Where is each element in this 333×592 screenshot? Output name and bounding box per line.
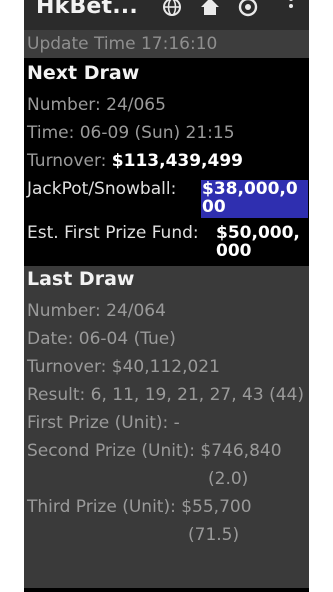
third-prize-units: (71.5) bbox=[188, 525, 240, 545]
last-draw-section: Last Draw Number: 24/064 Date: 06-04 (Tu… bbox=[24, 266, 309, 592]
next-draw-number: Number: 24/065 bbox=[27, 95, 166, 115]
est-fund-value: $50,000,000 bbox=[216, 223, 300, 261]
home-icon[interactable] bbox=[199, 0, 221, 18]
app-title: HkBet... bbox=[36, 0, 138, 19]
second-prize-units: (2.0) bbox=[208, 469, 249, 489]
update-time: Update Time 17:16:10 bbox=[24, 30, 309, 58]
jackpot-label: JackPot/Snowball: bbox=[27, 179, 177, 199]
last-draw-heading: Last Draw bbox=[27, 268, 135, 290]
app-window: HkBet... Update Time 17:16:10 Next Draw … bbox=[24, 0, 309, 592]
est-fund-label: Est. First Prize Fund: bbox=[27, 223, 199, 243]
next-turnover-label: Turnover: bbox=[27, 151, 112, 171]
third-prize: Third Prize (Unit): $55,700 bbox=[27, 497, 252, 517]
second-prize: Second Prize (Unit): $746,840 bbox=[27, 441, 282, 461]
jackpot-value: $38,000,000 bbox=[201, 180, 308, 218]
overflow-menu-icon[interactable] bbox=[280, 0, 302, 18]
next-turnover-value: $113,439,499 bbox=[111, 151, 243, 171]
next-draw-turnover: Turnover: $113,439,499 bbox=[27, 151, 243, 171]
last-draw-number: Number: 24/064 bbox=[27, 301, 166, 321]
first-prize: First Prize (Unit): - bbox=[27, 413, 180, 433]
app-bar: HkBet... bbox=[24, 0, 309, 30]
next-draw-section: Next Draw Number: 24/065 Time: 06-09 (Su… bbox=[24, 58, 309, 266]
last-draw-result: Result: 6, 11, 19, 21, 27, 43 (44) bbox=[27, 385, 304, 405]
next-draw-heading: Next Draw bbox=[27, 62, 140, 84]
bottom-divider bbox=[24, 588, 309, 592]
last-draw-date: Date: 06-04 (Tue) bbox=[27, 329, 176, 349]
globe-icon[interactable] bbox=[161, 0, 183, 18]
info-icon[interactable] bbox=[237, 0, 259, 18]
next-draw-time: Time: 06-09 (Sun) 21:15 bbox=[27, 123, 235, 143]
last-draw-turnover: Turnover: $40,112,021 bbox=[27, 357, 220, 377]
